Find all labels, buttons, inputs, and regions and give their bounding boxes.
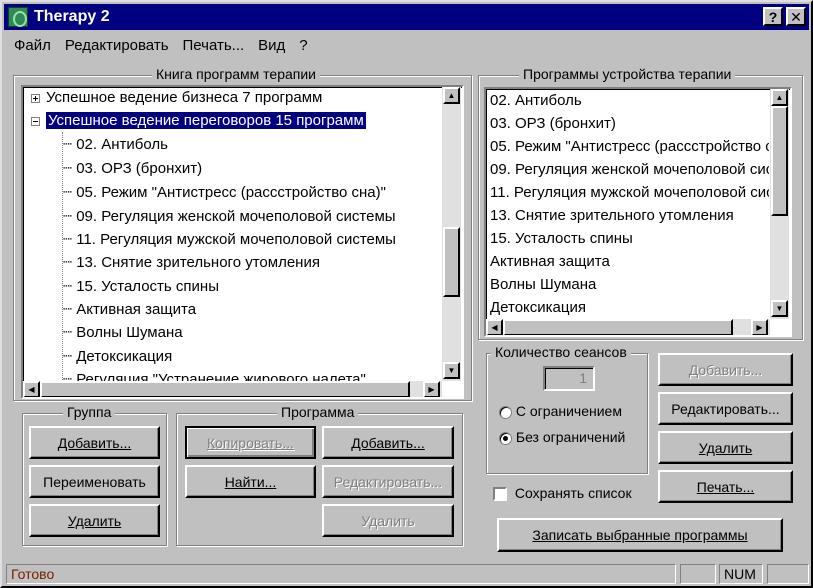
- group-rename-button[interactable]: Переименовать: [29, 465, 160, 498]
- save-list-checkbox[interactable]: Сохранять список: [493, 485, 632, 502]
- device-list-item[interactable]: Волны Шумана: [490, 273, 596, 296]
- scroll-up-icon[interactable]: ▲: [771, 89, 788, 106]
- scroll-right-icon[interactable]: ▶: [423, 381, 440, 397]
- radio-unlimited[interactable]: Без ограничений: [499, 429, 625, 445]
- device-list-item[interactable]: 03. ОРЗ (бронхит): [490, 112, 616, 135]
- title-bar[interactable]: Therapy 2 ? ✕: [4, 4, 809, 30]
- expand-plus-icon[interactable]: [31, 93, 40, 103]
- scroll-up-icon[interactable]: ▲: [443, 87, 460, 104]
- tree-program-item[interactable]: ┈ Активная защита: [63, 299, 196, 321]
- program-delete-button[interactable]: Удалить: [322, 504, 454, 537]
- group-add-button[interactable]: Добавить...: [29, 426, 160, 459]
- status-num: NUM: [719, 564, 763, 584]
- device-panel-title: Программы устройства терапии: [519, 66, 736, 82]
- write-programs-button[interactable]: Записать выбранные программы: [497, 518, 783, 552]
- scroll-down-icon[interactable]: ▼: [443, 362, 460, 379]
- book-tree-view: Успешное ведение бизнеса 7 программ Успе…: [23, 87, 439, 381]
- tree-program-item[interactable]: ┈ 09. Регуляция женской мочеполовой сист…: [63, 206, 396, 228]
- main-window: Therapy 2 ? ✕ Файл Редактировать Печать.…: [0, 0, 813, 588]
- tree-program-item[interactable]: ┈ 15. Усталость спины: [63, 276, 219, 298]
- program-find-button[interactable]: Найти...: [185, 465, 316, 498]
- sessions-count-field[interactable]: 1: [543, 366, 595, 391]
- radio-checked-icon[interactable]: [499, 431, 512, 445]
- scroll-left-icon[interactable]: ◀: [486, 319, 503, 335]
- device-print-button[interactable]: Печать...: [658, 470, 793, 503]
- status-text: Готово: [6, 564, 676, 584]
- scroll-right-icon[interactable]: ▶: [751, 319, 768, 335]
- program-copy-button[interactable]: Копировать...: [185, 426, 316, 459]
- radio-limited[interactable]: С ограничением: [499, 403, 622, 419]
- device-list-view: 02. Антиболь 03. ОРЗ (бронхит) 05. Режим…: [486, 89, 769, 319]
- collapse-minus-icon[interactable]: [31, 116, 40, 126]
- device-delete-button[interactable]: Удалить: [658, 431, 793, 464]
- tree-program-item[interactable]: ┈ 03. ОРЗ (бронхит): [63, 158, 202, 180]
- book-vscroll-thumb[interactable]: [443, 227, 460, 297]
- book-panel-title: Книга программ терапии: [152, 66, 320, 82]
- device-add-button[interactable]: Добавить...: [658, 353, 793, 386]
- device-list-item[interactable]: 13. Снятие зрительного утомления: [490, 204, 734, 227]
- program-box-title: Программа: [277, 404, 359, 420]
- tree-program-item[interactable]: ┈ 02. Антиболь: [63, 134, 168, 156]
- device-list-item[interactable]: 05. Режим "Антистресс (рассстройство сна…: [490, 135, 769, 158]
- device-edit-button[interactable]: Редактировать...: [658, 392, 793, 425]
- tree-program-item[interactable]: ┈ Детоксикация: [63, 346, 172, 368]
- menu-edit[interactable]: Редактировать: [65, 37, 169, 54]
- menu-print[interactable]: Печать...: [183, 37, 245, 54]
- device-vscrollbar[interactable]: ▲ ▼: [770, 89, 789, 319]
- menu-file[interactable]: Файл: [14, 37, 51, 54]
- program-edit-button[interactable]: Редактировать...: [322, 465, 454, 498]
- close-button[interactable]: ✕: [786, 7, 806, 26]
- sessions-box-title: Количество сеансов: [491, 344, 631, 360]
- tree-program-item[interactable]: ┈ Регуляция "Устранение жирового налета": [63, 369, 366, 381]
- help-button[interactable]: ?: [763, 7, 783, 26]
- tree-group-item[interactable]: Успешное ведение бизнеса 7 программ: [31, 87, 322, 109]
- tree-program-item[interactable]: ┈ 11. Регуляция мужской мочеполовой сист…: [63, 229, 396, 251]
- menu-view[interactable]: Вид: [258, 37, 285, 54]
- program-add-button[interactable]: Добавить...: [322, 426, 454, 459]
- window-title: Therapy 2: [34, 8, 110, 25]
- menu-bar: Файл Редактировать Печать... Вид ?: [4, 32, 809, 58]
- device-list-item[interactable]: 09. Регуляция женской мочеполовой систем…: [490, 158, 769, 181]
- radio-icon[interactable]: [499, 405, 512, 419]
- device-hscrollbar[interactable]: ◀ ▶: [486, 319, 770, 335]
- book-tree[interactable]: Успешное ведение бизнеса 7 программ Успе…: [21, 85, 464, 399]
- device-vscroll-thumb[interactable]: [771, 106, 788, 216]
- app-icon: [8, 7, 28, 27]
- device-list-item[interactable]: Активная защита: [490, 250, 610, 273]
- checkbox-icon[interactable]: [493, 487, 507, 502]
- group-box-title: Группа: [63, 404, 116, 420]
- book-vscrollbar[interactable]: ▲ ▼: [442, 87, 461, 381]
- status-empty-field-2: [767, 564, 809, 584]
- book-hscrollbar[interactable]: ◀ ▶: [23, 381, 442, 397]
- menu-help[interactable]: ?: [299, 37, 307, 54]
- device-list-item[interactable]: 15. Усталость спины: [490, 227, 633, 250]
- group-delete-button[interactable]: Удалить: [29, 504, 160, 537]
- tree-group-item-selected[interactable]: Успешное ведение переговоров 15 программ: [31, 110, 366, 132]
- device-list-item[interactable]: 02. Антиболь: [490, 89, 582, 112]
- tree-program-item[interactable]: ┈ Волны Шумана: [63, 322, 183, 344]
- scroll-down-icon[interactable]: ▼: [771, 300, 788, 317]
- device-hscroll-thumb[interactable]: [503, 319, 733, 335]
- device-list[interactable]: 02. Антиболь 03. ОРЗ (бронхит) 05. Режим…: [484, 87, 792, 337]
- book-hscroll-thumb[interactable]: [40, 381, 410, 397]
- tree-program-item[interactable]: ┈ 05. Режим "Антистресс (рассстройство с…: [63, 182, 386, 204]
- scroll-left-icon[interactable]: ◀: [23, 381, 40, 397]
- status-empty-field: [680, 564, 716, 584]
- tree-program-item[interactable]: ┈ 13. Снятие зрительного утомления: [63, 252, 320, 274]
- status-bar: Готово NUM: [4, 562, 809, 586]
- device-list-item[interactable]: Детоксикация: [490, 296, 586, 319]
- device-list-item[interactable]: 11. Регуляция мужской мочеполовой систем…: [490, 181, 769, 204]
